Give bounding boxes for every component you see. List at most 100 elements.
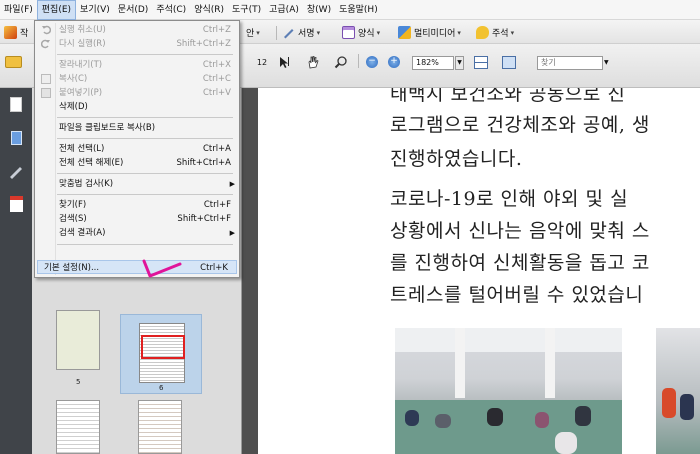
menu-view[interactable]: 보기(V) <box>76 0 114 20</box>
security-panel-button[interactable] <box>6 194 26 214</box>
text-select-icon <box>280 57 289 68</box>
forms-label: 양식 <box>358 29 375 39</box>
create-pdf-icon <box>4 26 17 39</box>
zoom-in-button[interactable]: + <box>386 53 402 71</box>
signatures-panel-button[interactable] <box>6 162 26 182</box>
menu-item-label: 기본 설정(N)... <box>44 263 100 273</box>
select-tool-button[interactable] <box>276 53 294 71</box>
menu-item-shortcut: Shift+Ctrl+F <box>177 214 231 224</box>
menu-item-shortcut: Ctrl+A <box>202 144 231 154</box>
bookmarks-panel-button[interactable] <box>6 128 26 148</box>
menu-item-label: 붙여넣기(P) <box>59 88 103 98</box>
menu-item-search[interactable]: 검색(S) Shift+Ctrl+F <box>35 212 239 226</box>
menu-item-shortcut: Shift+Ctrl+A <box>176 158 231 168</box>
menu-item-label: 전체 선택(L) <box>59 144 105 154</box>
toolbar-divider <box>358 54 359 68</box>
exercise-class-photo-2 <box>656 328 700 454</box>
menu-item-label: 다시 실행(R) <box>59 39 106 49</box>
menu-comment[interactable]: 주석(C) <box>152 0 190 20</box>
document-text-line: 를 진행하여 신체활동을 돕고 코 <box>390 252 650 274</box>
signature-pen-icon <box>10 167 22 179</box>
page-thumbnail-7[interactable] <box>56 400 100 454</box>
page-scroll-icon <box>474 55 488 69</box>
menu-forms[interactable]: 양식(R) <box>190 0 228 20</box>
sign-button[interactable]: 서명 ▾ <box>282 25 320 40</box>
create-pdf-button[interactable]: 작 <box>4 25 28 40</box>
menu-item-shortcut: Ctrl+K <box>200 263 228 273</box>
comment-label: 주석 <box>492 29 509 39</box>
menu-item-copy-file-to-clipboard[interactable]: 파일을 클립보드로 복사(B) <box>35 121 239 135</box>
menu-separator <box>57 194 233 195</box>
menu-item-spell-check[interactable]: 맞춤법 검사(K) ▶ <box>35 177 239 191</box>
hand-tool-button[interactable] <box>304 53 322 71</box>
menu-item-label: 실행 취소(U) <box>59 25 106 35</box>
zoom-in-icon: + <box>388 56 400 68</box>
fit-page-button[interactable] <box>500 53 518 71</box>
page-view-box <box>141 335 185 359</box>
page-thumbnail-8[interactable] <box>138 400 182 454</box>
hand-icon <box>308 56 319 69</box>
menu-tools[interactable]: 도구(T) <box>228 0 265 20</box>
page-thumbnail-label: 6 <box>159 384 164 392</box>
find-dropdown-button[interactable]: ▼ <box>604 56 612 70</box>
pages-panel-button[interactable] <box>6 94 26 114</box>
secure-button[interactable]: 안 ▾ <box>246 25 260 40</box>
menu-item-paste[interactable]: 붙여넣기(P) Ctrl+V <box>35 86 239 100</box>
bookmark-icon <box>10 131 22 145</box>
chevron-down-icon: ▼ <box>457 59 462 66</box>
scroll-mode-button[interactable] <box>472 53 490 71</box>
zoom-dropdown-button[interactable]: ▼ <box>455 56 464 70</box>
menu-document[interactable]: 문서(D) <box>114 0 153 20</box>
pen-icon <box>284 29 294 39</box>
menu-file[interactable]: 파일(F) <box>0 0 37 20</box>
menu-item-label: 복사(C) <box>59 74 88 84</box>
sign-label: 서명 <box>298 29 315 39</box>
menu-item-select-all[interactable]: 전체 선택(L) Ctrl+A <box>35 142 239 156</box>
find-input[interactable]: 찾기 <box>537 56 603 70</box>
menu-item-copy[interactable]: 복사(C) Ctrl+C <box>35 72 239 86</box>
menu-separator <box>57 117 233 118</box>
menu-window[interactable]: 창(W) <box>303 0 335 20</box>
menu-item-shortcut: Ctrl+Z <box>202 25 231 35</box>
open-folder-button[interactable] <box>4 53 26 71</box>
page-thumbnail-label: 5 <box>76 378 81 386</box>
menu-item-find[interactable]: 찾기(F) Ctrl+F <box>35 198 239 212</box>
menu-separator <box>57 54 233 55</box>
menu-item-redo[interactable]: 다시 실행(R) Shift+Ctrl+Z <box>35 37 239 51</box>
chevron-down-icon: ▼ <box>604 59 609 66</box>
chevron-down-icon: ▾ <box>376 28 381 37</box>
pane-splitter[interactable] <box>242 88 258 454</box>
menu-item-undo[interactable]: 실행 취소(U) Ctrl+Z <box>35 23 239 37</box>
zoom-input[interactable]: 182% <box>412 56 454 70</box>
menu-item-label: 전체 선택 해제(E) <box>59 158 124 168</box>
menu-item-label: 잘라내기(T) <box>59 60 103 70</box>
menu-item-cut[interactable]: 잘라내기(T) Ctrl+X <box>35 58 239 72</box>
menu-item-deselect-all[interactable]: 전체 선택 해제(E) Shift+Ctrl+A <box>35 156 239 170</box>
submenu-arrow-icon: ▶ <box>229 180 235 188</box>
menu-item-search-results[interactable]: 검색 결과(A) ▶ <box>35 226 239 240</box>
menu-item-label: 찾기(F) <box>59 200 87 210</box>
menu-item-shortcut: Ctrl+C <box>202 74 231 84</box>
document-text-line: 상황에서 신나는 음악에 맞춰 스 <box>390 220 650 242</box>
page-thumbnail-5[interactable] <box>56 310 100 370</box>
toolbar-divider <box>276 26 277 40</box>
menu-item-delete[interactable]: 삭제(D) <box>35 100 239 114</box>
menu-item-label: 맞춤법 검사(K) <box>59 179 114 189</box>
forms-button[interactable]: 양식 ▾ <box>342 25 380 40</box>
menu-help[interactable]: 도움말(H) <box>335 0 382 20</box>
comment-button[interactable]: 주석 ▾ <box>476 25 514 40</box>
menu-item-shortcut: Shift+Ctrl+Z <box>176 39 231 49</box>
zoom-out-button[interactable]: − <box>364 53 380 71</box>
menu-item-label: 파일을 클립보드로 복사(B) <box>59 123 156 133</box>
document-page: 태백시 보건소와 공동으로 진 로그램으로 건강체조와 공예, 생 진행하였습니… <box>258 88 700 454</box>
page-thumbnail-6-selected[interactable] <box>120 314 202 394</box>
marquee-zoom-button[interactable] <box>332 53 350 71</box>
comment-icon <box>476 26 489 39</box>
submenu-arrow-icon: ▶ <box>229 229 235 237</box>
menu-advanced[interactable]: 고급(A) <box>265 0 303 20</box>
menu-item-preferences[interactable]: 기본 설정(N)... Ctrl+K <box>37 260 237 274</box>
chevron-down-icon: ▾ <box>316 28 321 37</box>
secure-label: 안 <box>246 29 255 39</box>
menu-edit[interactable]: 편집(E) <box>36 0 77 20</box>
multimedia-button[interactable]: 멀티미디어 ▾ <box>398 25 461 40</box>
